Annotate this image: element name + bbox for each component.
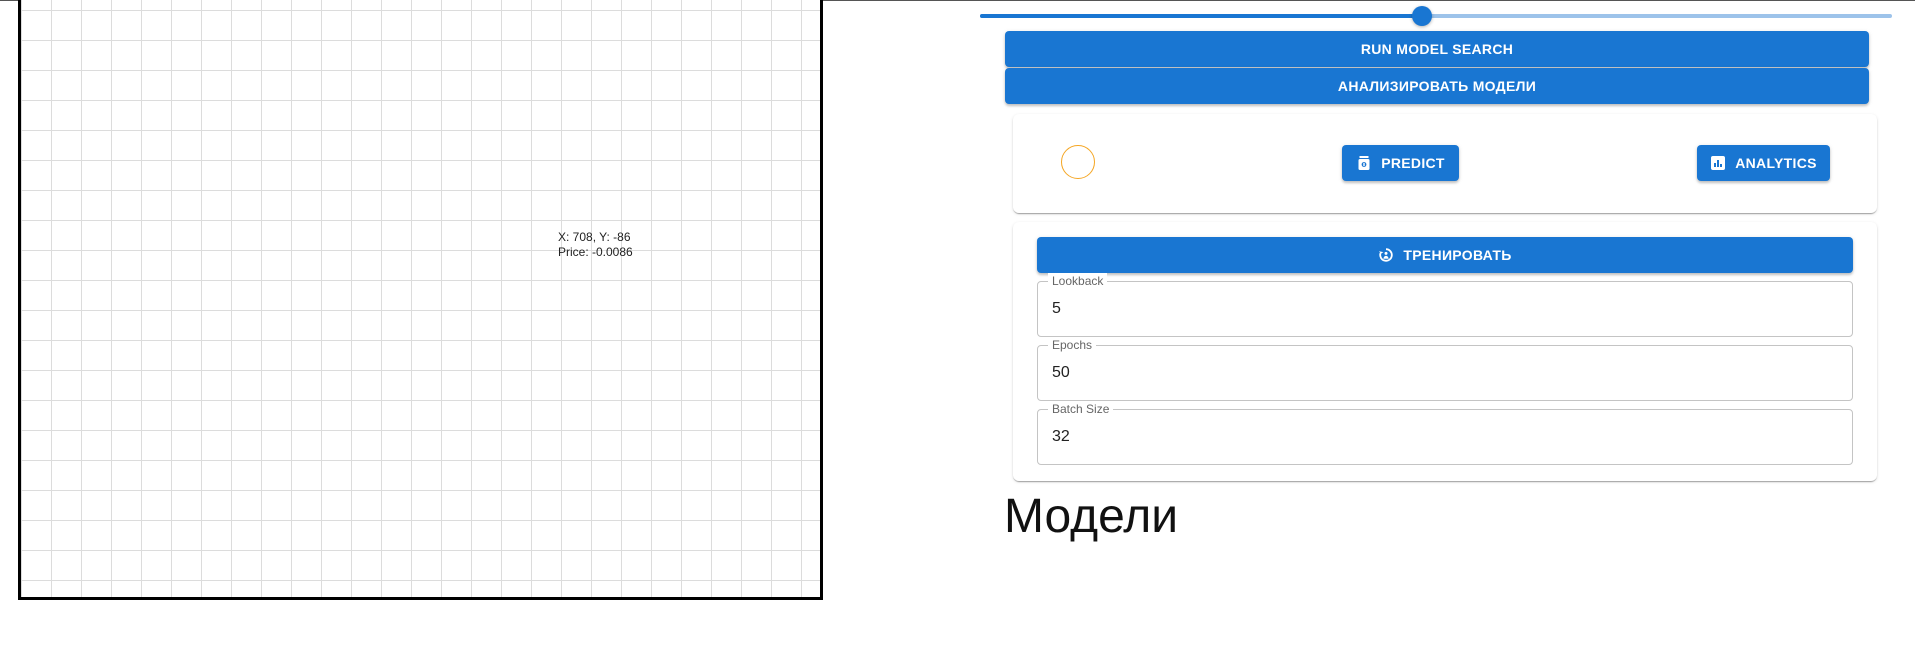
status-indicator: [1061, 145, 1095, 179]
run-model-search-label: RUN MODEL SEARCH: [1360, 41, 1514, 57]
batch-size-input[interactable]: 32: [1052, 410, 1070, 464]
train-button[interactable]: ТРЕНИРОВАТЬ: [1037, 237, 1853, 273]
slider-track: [980, 14, 1423, 18]
range-slider[interactable]: [980, 6, 1892, 26]
epochs-field[interactable]: Epochs 50: [1037, 337, 1853, 401]
predict-label: PREDICT: [1381, 155, 1445, 171]
analyze-models-button[interactable]: АНАЛИЗИРОВАТЬ МОДЕЛИ: [1005, 68, 1869, 104]
batch-size-field[interactable]: Batch Size 32: [1037, 401, 1853, 465]
bar-chart-icon: [1711, 156, 1726, 170]
predict-button[interactable]: PREDICT: [1342, 145, 1459, 181]
training-cycle-icon: [1379, 248, 1394, 262]
models-section-title: Модели: [1004, 490, 1179, 543]
analyze-models-label: АНАЛИЗИРОВАТЬ МОДЕЛИ: [1337, 78, 1537, 94]
actions-card: PREDICT ANALYTICS: [1013, 114, 1877, 213]
slider-thumb[interactable]: [1412, 6, 1433, 26]
train-label: ТРЕНИРОВАТЬ: [1403, 247, 1512, 263]
crosshair-price: Price: -0.0086: [558, 245, 633, 259]
epochs-input[interactable]: 50: [1052, 346, 1070, 400]
training-card: ТРЕНИРОВАТЬ Lookback 5 Epochs 50 Batch S…: [1013, 222, 1877, 481]
lookback-field[interactable]: Lookback 5: [1037, 273, 1853, 337]
run-model-search-button[interactable]: RUN MODEL SEARCH: [1005, 31, 1869, 67]
crosshair-coordinates: X: 708, Y: -86: [558, 230, 631, 244]
price-chart-canvas[interactable]: X: 708, Y: -86 Price: -0.0086: [18, 0, 823, 600]
lookback-input[interactable]: 5: [1052, 282, 1061, 336]
analytics-label: ANALYTICS: [1735, 155, 1817, 171]
predict-icon: [1358, 156, 1370, 170]
crosshair-readout: X: 708, Y: -86 Price: -0.0086: [558, 230, 633, 260]
analytics-button[interactable]: ANALYTICS: [1697, 145, 1830, 181]
